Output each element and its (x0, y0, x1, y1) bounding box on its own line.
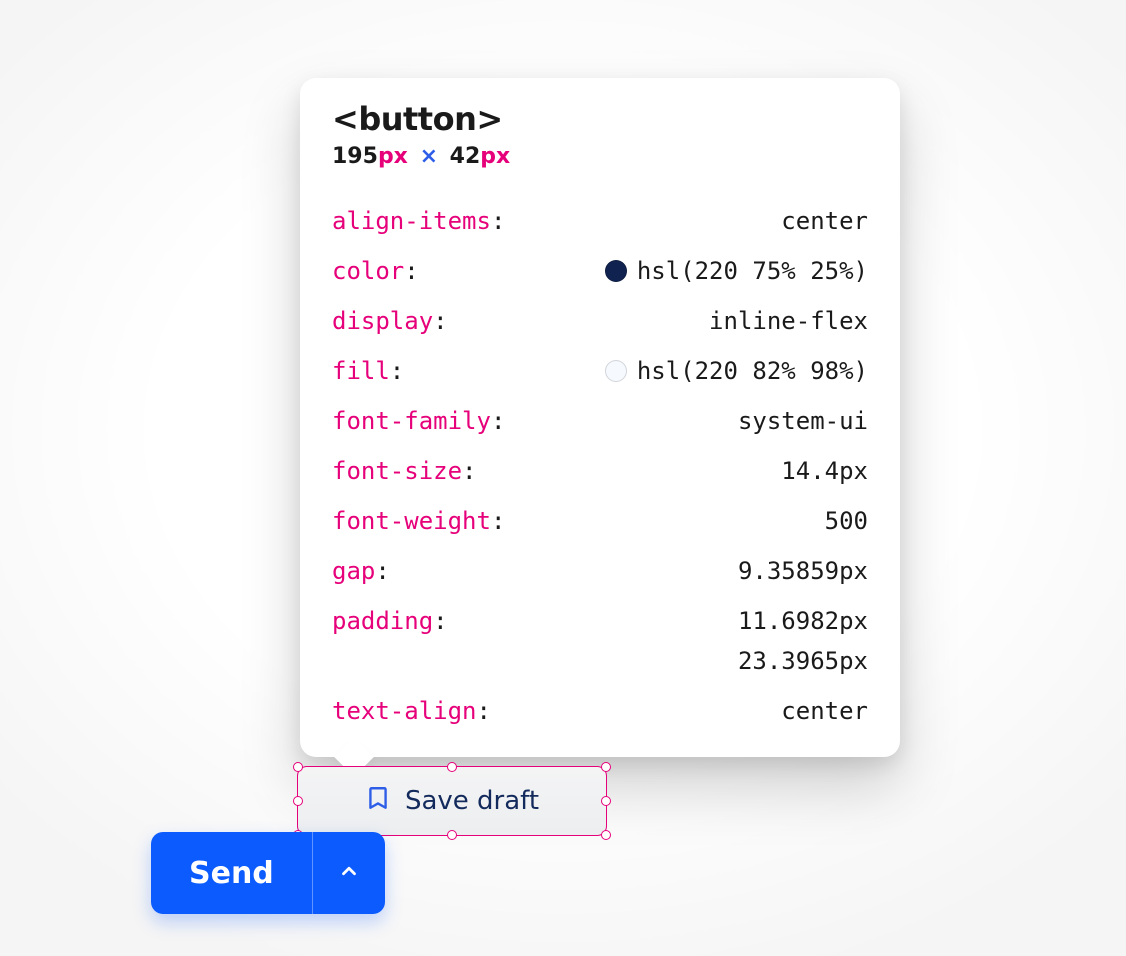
css-property-value: inline-flex (464, 303, 868, 339)
css-property-value: hsl(220 75% 25%) (435, 253, 868, 289)
bookmark-icon (365, 785, 391, 818)
color-swatch-icon (605, 260, 627, 282)
send-split-button: Send (151, 832, 385, 914)
dim-width-unit: px (378, 144, 408, 169)
css-inspector-popover: <button> 195px × 42px align-items: cente… (300, 78, 900, 757)
save-draft-label: Save draft (405, 786, 539, 816)
css-property-row: fill: hsl(220 82% 98%) (332, 353, 868, 389)
css-property-name: align-items: (332, 203, 505, 239)
css-property-row: font-size: 14.4px (332, 453, 868, 489)
css-property-row: font-family: system-ui (332, 403, 868, 439)
css-property-name: fill: (332, 353, 404, 389)
css-property-row: display: inline-flex (332, 303, 868, 339)
css-property-row: gap: 9.35859px (332, 553, 868, 589)
css-property-value: center (521, 203, 868, 239)
send-button[interactable]: Send (151, 832, 313, 914)
dim-separator: × (416, 144, 442, 169)
css-property-row: padding: 11.6982px 23.3965px (332, 603, 868, 679)
css-property-value: hsl(220 82% 98%) (420, 353, 868, 389)
css-property-name: padding: (332, 603, 448, 639)
css-property-value: system-ui (521, 403, 868, 439)
chevron-up-icon (338, 860, 360, 886)
css-property-row: align-items: center (332, 203, 868, 239)
css-property-name: font-family: (332, 403, 505, 439)
save-draft-button[interactable]: Save draft (297, 766, 607, 836)
css-property-name: font-weight: (332, 503, 505, 539)
inspected-tag: <button> (332, 100, 868, 138)
inspected-dimensions: 195px × 42px (332, 144, 868, 169)
css-property-value: 14.4px (493, 453, 869, 489)
color-swatch-icon (605, 360, 627, 382)
css-property-name: text-align: (332, 693, 491, 729)
css-property-name: font-size: (332, 453, 477, 489)
css-property-name: display: (332, 303, 448, 339)
css-property-value: 9.35859px (406, 553, 868, 589)
css-property-value: center (507, 693, 868, 729)
css-property-value: 500 (521, 503, 868, 539)
css-property-name: gap: (332, 553, 390, 589)
dim-height-unit: px (480, 144, 510, 169)
css-property-row: color: hsl(220 75% 25%) (332, 253, 868, 289)
css-property-list: align-items: center color: hsl(220 75% 2… (332, 203, 868, 729)
send-label: Send (189, 856, 274, 891)
css-property-row: text-align: center (332, 693, 868, 729)
css-property-name: color: (332, 253, 419, 289)
dim-width: 195 (332, 144, 378, 169)
css-property-value: 11.6982px 23.3965px (464, 603, 868, 679)
dim-height: 42 (450, 144, 481, 169)
css-property-row: font-weight: 500 (332, 503, 868, 539)
send-more-button[interactable] (313, 832, 385, 914)
